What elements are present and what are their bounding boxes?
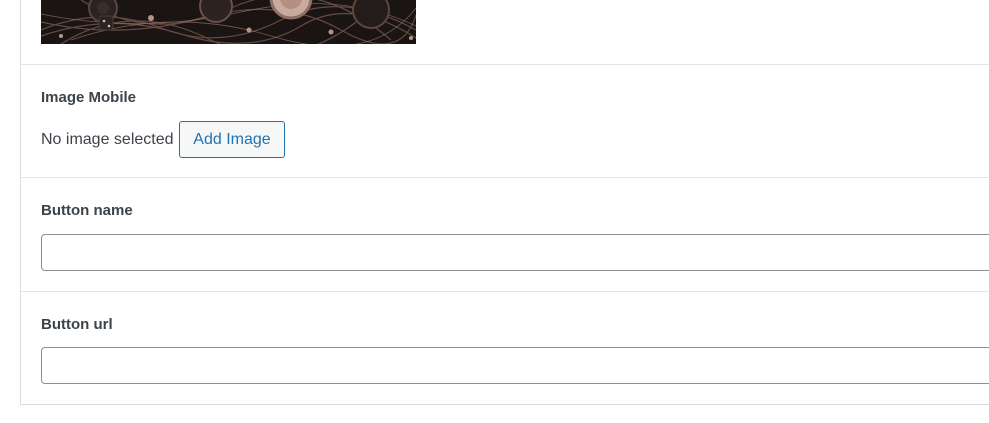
button-url-label: Button url <box>41 316 113 333</box>
button-name-label: Button name <box>41 202 133 219</box>
button-name-field: Button name <box>21 177 989 292</box>
button-url-field: Button url <box>21 291 989 405</box>
image-desktop-field <box>21 0 989 65</box>
button-name-input[interactable] <box>41 234 989 271</box>
image-preview <box>41 0 416 44</box>
add-image-button[interactable]: Add Image <box>179 121 285 158</box>
button-url-input[interactable] <box>41 347 989 384</box>
no-image-status: No image selected <box>41 131 174 148</box>
image-mobile-field: Image Mobile No image selected Add Image <box>21 64 989 178</box>
image-mobile-label: Image Mobile <box>41 89 137 106</box>
meta-box-panel: Image Mobile No image selected Add Image… <box>20 0 989 405</box>
